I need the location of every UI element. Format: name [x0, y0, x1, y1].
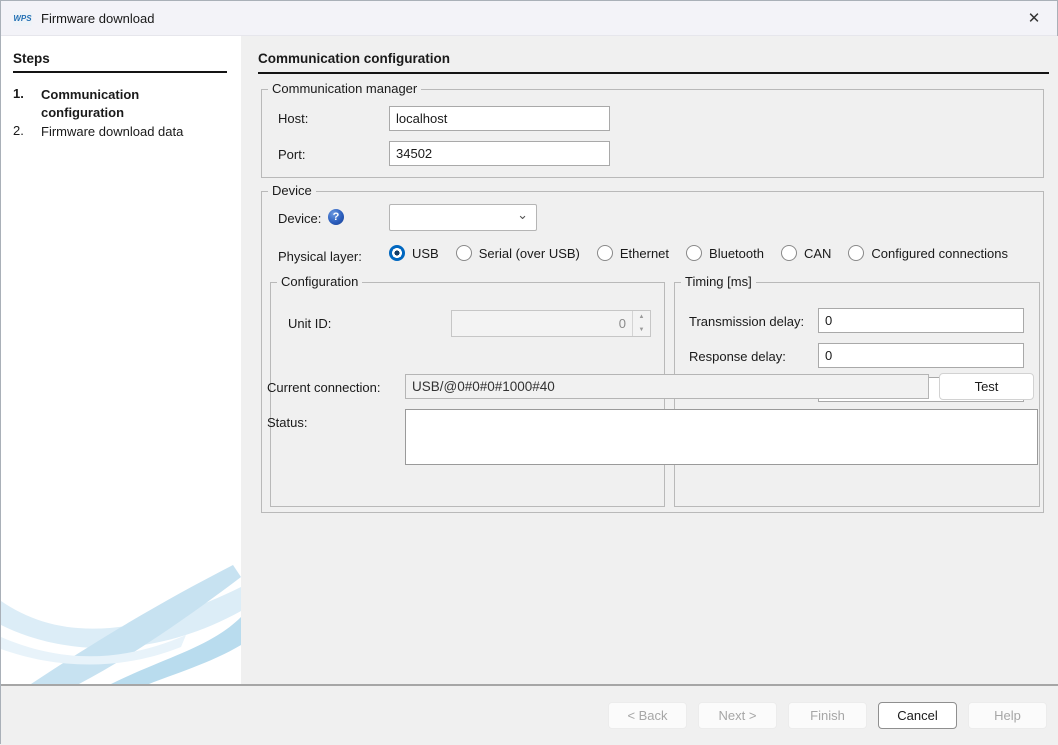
radio-unselected-icon	[597, 245, 613, 261]
radio-selected-icon	[389, 245, 405, 261]
step-label: Communication configuration	[41, 86, 225, 122]
help-button[interactable]: Help	[968, 702, 1047, 729]
radio-label: Ethernet	[620, 246, 669, 261]
firmware-download-dialog: WPS Firmware download ✕ Steps 1. Communi…	[0, 0, 1058, 744]
communication-manager-groupbox: Communication manager Host: Port:	[261, 89, 1044, 178]
page-title: Communication configuration	[258, 51, 450, 66]
radio-label: Configured connections	[871, 246, 1008, 261]
step-number: 2.	[13, 123, 41, 141]
response-delay-label: Response delay:	[689, 349, 786, 364]
radio-label: USB	[412, 246, 439, 261]
steps-header: Steps	[13, 51, 50, 66]
device-combobox[interactable]: ⌄	[389, 204, 537, 231]
help-icon[interactable]: ?	[328, 209, 344, 225]
unit-id-label: Unit ID:	[288, 316, 331, 331]
groupbox-legend: Timing [ms]	[681, 274, 756, 289]
groupbox-legend: Configuration	[277, 274, 362, 289]
spin-down-icon[interactable]: ▼	[633, 324, 650, 337]
host-input[interactable]	[389, 106, 610, 131]
test-button[interactable]: Test	[939, 373, 1034, 400]
back-button[interactable]: < Back	[608, 702, 687, 729]
status-label: Status:	[267, 415, 307, 430]
radio-serial-over-usb[interactable]: Serial (over USB)	[456, 245, 580, 261]
window-title: Firmware download	[41, 11, 154, 26]
radio-unselected-icon	[781, 245, 797, 261]
close-icon[interactable]: ✕	[1011, 1, 1057, 35]
next-button[interactable]: Next >	[698, 702, 777, 729]
port-input[interactable]	[389, 141, 610, 166]
port-label: Port:	[278, 147, 305, 162]
radio-unselected-icon	[848, 245, 864, 261]
steps-header-rule	[13, 71, 227, 73]
decorative-swoosh	[1, 559, 241, 684]
physical-layer-label: Physical layer:	[278, 249, 362, 264]
current-connection-field	[405, 374, 929, 399]
steps-sidebar: Steps 1. Communication configuration 2. …	[1, 36, 241, 684]
radio-configured-connections[interactable]: Configured connections	[848, 245, 1008, 261]
status-textarea[interactable]	[405, 409, 1038, 465]
dialog-body: Steps 1. Communication configuration 2. …	[1, 36, 1058, 684]
app-logo-icon: WPS	[13, 11, 32, 26]
current-connection-label: Current connection:	[267, 380, 380, 395]
unit-id-spinner: 0 ▲ ▼	[451, 310, 651, 337]
physical-layer-radio-group: USB Serial (over USB) Ethernet Bluetooth	[389, 245, 1008, 261]
main-panel: Communication configuration Communicatio…	[241, 36, 1058, 684]
response-delay-input[interactable]	[818, 343, 1024, 368]
step-label: Firmware download data	[41, 123, 225, 141]
host-label: Host:	[278, 111, 308, 126]
groupbox-legend: Communication manager	[268, 81, 421, 96]
footer-button-bar: < Back Next > Finish Cancel Help	[1, 684, 1058, 745]
page-title-rule	[258, 72, 1049, 74]
radio-unselected-icon	[456, 245, 472, 261]
spinner-buttons: ▲ ▼	[632, 311, 650, 336]
spin-up-icon[interactable]: ▲	[633, 311, 650, 324]
radio-label: CAN	[804, 246, 831, 261]
radio-label: Serial (over USB)	[479, 246, 580, 261]
titlebar: WPS Firmware download ✕	[1, 1, 1057, 36]
transmission-delay-input[interactable]	[818, 308, 1024, 333]
finish-button[interactable]: Finish	[788, 702, 867, 729]
radio-can[interactable]: CAN	[781, 245, 831, 261]
radio-usb[interactable]: USB	[389, 245, 439, 261]
chevron-down-icon: ⌄	[517, 210, 528, 220]
step-item-communication-configuration[interactable]: 1. Communication configuration	[13, 86, 225, 122]
unit-id-value: 0	[452, 311, 632, 336]
radio-bluetooth[interactable]: Bluetooth	[686, 245, 764, 261]
transmission-delay-label: Transmission delay:	[689, 314, 804, 329]
radio-ethernet[interactable]: Ethernet	[597, 245, 669, 261]
step-number: 1.	[13, 86, 41, 122]
device-label: Device:	[278, 211, 321, 226]
radio-label: Bluetooth	[709, 246, 764, 261]
step-item-firmware-download-data[interactable]: 2. Firmware download data	[13, 123, 225, 141]
radio-unselected-icon	[686, 245, 702, 261]
cancel-button[interactable]: Cancel	[878, 702, 957, 729]
groupbox-legend: Device	[268, 183, 316, 198]
